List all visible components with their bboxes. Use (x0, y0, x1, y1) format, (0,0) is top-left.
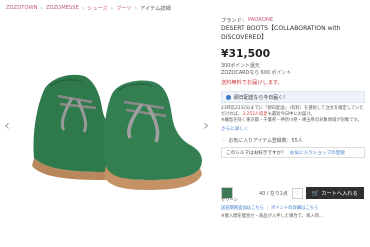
more-details-link[interactable]: さらに詳しく (221, 126, 367, 133)
favorites-count-row: ♡ お気に入りアイテム登録数：55人 (221, 136, 367, 144)
breadcrumb-item-boots[interactable]: ブーツ (116, 5, 131, 12)
breadcrumb-separator: › (81, 4, 85, 12)
brand-link[interactable]: PADRONE (248, 17, 273, 23)
same-day-delivery-notice: 即日配送なら今日届く！ (221, 91, 365, 104)
brand-label: ブランド： (221, 17, 247, 24)
product-image (14, 38, 206, 200)
desc-text-2: も最短今日中にお届け。 (267, 112, 315, 118)
cart-icon: 🛒 (311, 189, 320, 197)
breadcrumb: ZOZOTOWN › ZOZOMESSE › シューズ › ブーツ › アイテム… (6, 3, 171, 13)
desc-highlight: 3,253人収足 (242, 112, 268, 118)
footer-links[interactable]: 送迎期限追加はこちら ｜ ポイントの詳細はこちら (221, 206, 367, 212)
breadcrumb-item-zozotown[interactable]: ZOZOTOWN (6, 5, 38, 11)
notice-text: 即日配送なら今日届く！ (234, 94, 288, 101)
delivery-description: 21時迄2232分までに「即日配送」（有料）を選択して注文を確定していただければ… (221, 106, 365, 124)
boot-right-graphic (104, 80, 202, 190)
breadcrumb-item-shoes[interactable]: シューズ (87, 5, 108, 12)
add-to-cart-button[interactable]: 🛒 カートへ入れる (305, 187, 364, 199)
free-shipping-text: 送料無料でお届けします。 (221, 80, 283, 87)
chevron-left-icon[interactable]: ‹ (2, 118, 12, 134)
stock-status: 40 / 在り1点 (259, 190, 288, 197)
heart-icon: ♡ (221, 136, 227, 144)
breadcrumb-separator: › (134, 4, 138, 12)
favorites-count: お気に入りアイテム登録数：55人 (228, 137, 303, 144)
product-price: ¥31,500 (221, 47, 271, 61)
color-name: グリーン (221, 198, 238, 203)
product-title: DESERT BOOTS【COLLABORATION with DISCOVER… (221, 25, 341, 41)
shop-favorite-box: このシルマはお好きですか？ お気に入りショップの登録 (221, 147, 365, 159)
add-to-cart-label: カートへ入れる (321, 190, 358, 197)
breadcrumb-item-zozomesse[interactable]: ZOZOMESSE (46, 5, 79, 11)
breadcrumb-item-current: アイテム詳細 (140, 5, 171, 12)
breadcrumb-separator: › (110, 4, 114, 12)
info-icon (226, 94, 231, 100)
breadcrumb-separator: › (40, 4, 43, 12)
shop-question: このシルマはお好きですか？ (226, 150, 286, 156)
desc-note: ※離島を除く東京都・千葉県・神奈川県・埼玉県の対象地域が対象です。 (221, 118, 362, 124)
points-info: 300ポイント還元 ZOZOCARDなら 600 ポイント (221, 63, 367, 77)
zozocard-points-line: ZOZOCARDなら 600 ポイント (221, 70, 292, 77)
variant-row: 40 / 在り1点 ♡ 🛒 カートへ入れる (221, 183, 367, 203)
chevron-right-icon[interactable]: › (201, 118, 211, 134)
product-info-panel: ブランド： PADRONE DESERT BOOTS【COLLABORATION… (221, 16, 367, 159)
brand-row: ブランド： PADRONE (221, 16, 367, 24)
footer-note: ※異入間を能別せ・商品が入手した場合で、再入荷... (221, 214, 324, 219)
favorite-button[interactable]: ♡ (291, 187, 303, 199)
shop-favorite-link[interactable]: お気に入りショップの登録 (290, 150, 345, 156)
heart-icon: ♡ (294, 189, 300, 197)
